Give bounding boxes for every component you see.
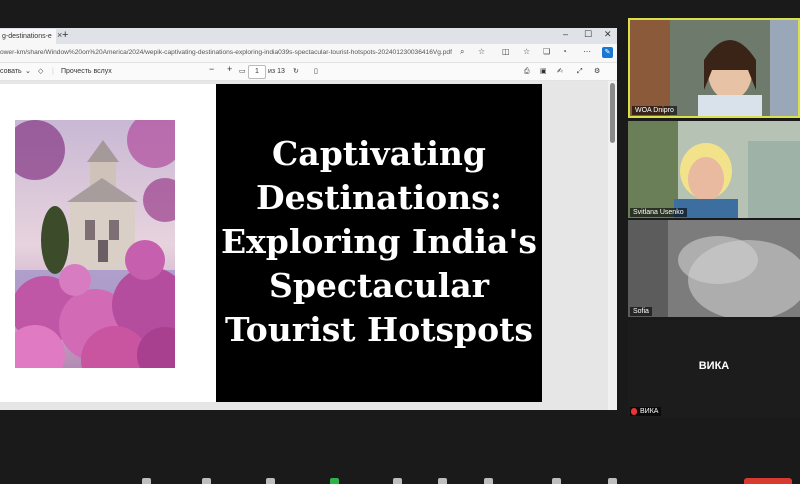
page-number-input[interactable]: 1 xyxy=(248,65,266,79)
minimize-button[interactable]: – xyxy=(563,29,568,39)
scrollbar-thumb[interactable] xyxy=(610,83,615,143)
participant-name: Sofia xyxy=(630,307,652,316)
end-meeting-button[interactable] xyxy=(744,478,792,484)
muted-mic-icon xyxy=(631,408,637,415)
tab-title: g-destinations-e xyxy=(2,33,52,40)
split-icon[interactable]: ◫ xyxy=(502,47,510,56)
profile-icon[interactable]: ◔ xyxy=(562,47,567,56)
participants-icon[interactable] xyxy=(266,478,275,484)
fullscreen-icon[interactable]: ⤢ xyxy=(577,67,583,76)
chevron-down-icon[interactable]: ⌄ xyxy=(25,67,31,76)
participant-tile-woa-dnipro[interactable]: WOA Dnipro xyxy=(628,18,800,118)
rotate-icon[interactable]: ↻ xyxy=(293,67,299,76)
more-icon[interactable] xyxy=(552,478,561,484)
participant-tile-vika[interactable]: ВИКА ВИКА xyxy=(628,320,800,417)
participant-center-label: ВИКА xyxy=(698,360,730,372)
settings-icon[interactable]: ⚙ xyxy=(594,67,600,76)
apps-icon[interactable] xyxy=(484,478,493,484)
eraser-icon[interactable]: ◇ xyxy=(38,67,43,76)
pdf-page-right: Captivating Destinations: Exploring Indi… xyxy=(216,84,542,402)
tab-bar: g-destinations-e × + – ☐ ✕ xyxy=(0,28,617,44)
record-icon[interactable] xyxy=(393,478,402,484)
reactions-icon[interactable] xyxy=(438,478,447,484)
video-icon[interactable] xyxy=(202,478,211,484)
maximize-button[interactable]: ☐ xyxy=(584,29,592,40)
page-total: из 13 xyxy=(268,68,285,75)
participant-video xyxy=(628,121,800,218)
save-icon[interactable]: ▣ xyxy=(540,67,547,76)
favorites-icon[interactable]: ☆ xyxy=(523,47,530,56)
participant-video xyxy=(628,220,800,317)
star-icon[interactable]: ☆ xyxy=(478,47,485,56)
participant-name: WOA Dnipro xyxy=(632,106,677,115)
print-icon[interactable]: ⎙ xyxy=(524,67,530,76)
meeting-toolbar xyxy=(0,476,800,484)
participant-video xyxy=(630,20,798,116)
slide-title-line: Exploring India's xyxy=(220,222,538,261)
annotate-icon[interactable]: ✍ xyxy=(557,67,563,76)
url-text[interactable]: ower-km/share/Window%20on%20America/2024… xyxy=(0,47,452,59)
close-window-button[interactable]: ✕ xyxy=(604,29,612,40)
participant-name: Svitlana Usenko xyxy=(630,208,687,217)
menu-icon[interactable]: ⋯ xyxy=(583,47,591,56)
zoom-out-button[interactable]: − xyxy=(209,65,214,74)
castle-illustration xyxy=(15,120,175,368)
fit-page-icon[interactable]: ▭ xyxy=(239,67,246,76)
slide-title-line: Spectacular xyxy=(268,266,489,305)
address-bar[interactable]: ower-km/share/Window%20on%20America/2024… xyxy=(0,44,617,63)
search-icon[interactable]: ⌕ xyxy=(460,47,464,57)
read-aloud-button[interactable]: Прочесть вслух xyxy=(61,67,112,76)
page-view-icon[interactable]: ▯ xyxy=(314,67,318,76)
slide-title: Captivating Destinations: Exploring Indi… xyxy=(216,132,542,352)
slide-title-line: Tourist Hotspots xyxy=(225,310,533,349)
slide-title-line: Destinations: xyxy=(256,178,502,217)
participant-tile-sofia[interactable]: Sofia xyxy=(628,220,800,317)
participant-tile-svitlana[interactable]: Svitlana Usenko xyxy=(628,121,800,218)
divider: | xyxy=(52,68,54,75)
pdf-toolbar: совать ⌄ ◇ | Прочесть вслух − + ▭ 1 из 1… xyxy=(0,63,617,81)
audio-icon[interactable] xyxy=(142,478,151,484)
extension-icon[interactable]: ✎ xyxy=(602,47,613,58)
new-tab-button[interactable]: + xyxy=(62,29,68,41)
pdf-page-left xyxy=(0,84,216,402)
share-screen-icon[interactable] xyxy=(330,478,339,484)
shared-browser-window: g-destinations-e × + – ☐ ✕ ower-km/share… xyxy=(0,28,617,410)
slide-title-line: Captivating xyxy=(272,134,486,173)
collections-icon[interactable]: ❏ xyxy=(543,47,550,56)
browser-tab[interactable]: g-destinations-e xyxy=(0,29,56,44)
pdf-viewer[interactable]: Captivating Destinations: Exploring Indi… xyxy=(0,81,617,410)
zoom-in-button[interactable]: + xyxy=(227,65,232,74)
draw-label[interactable]: совать xyxy=(0,67,22,76)
chat-icon[interactable] xyxy=(608,478,617,484)
